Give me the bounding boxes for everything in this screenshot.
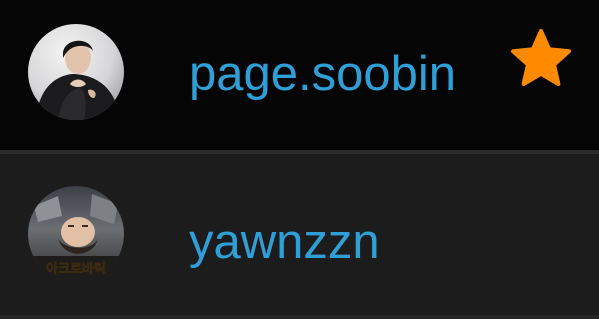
username: yawnzzn <box>189 215 380 269</box>
avatar: 아크로바틱 <box>28 186 124 282</box>
svg-text:아크로바틱: 아크로바틱 <box>46 261 106 277</box>
account-list: page.soobin 아크로바틱 yawnzzn <box>0 0 599 319</box>
account-row-yawnzzn[interactable]: 아크로바틱 yawnzzn <box>0 154 599 315</box>
username: page.soobin <box>189 47 457 101</box>
star-icon[interactable] <box>510 28 572 90</box>
account-row-page-soobin[interactable]: page.soobin <box>0 0 599 150</box>
profile-photo-icon: 아크로바틱 <box>28 186 124 282</box>
row-divider <box>0 315 599 319</box>
profile-photo-icon <box>28 24 124 120</box>
avatar <box>28 24 124 120</box>
